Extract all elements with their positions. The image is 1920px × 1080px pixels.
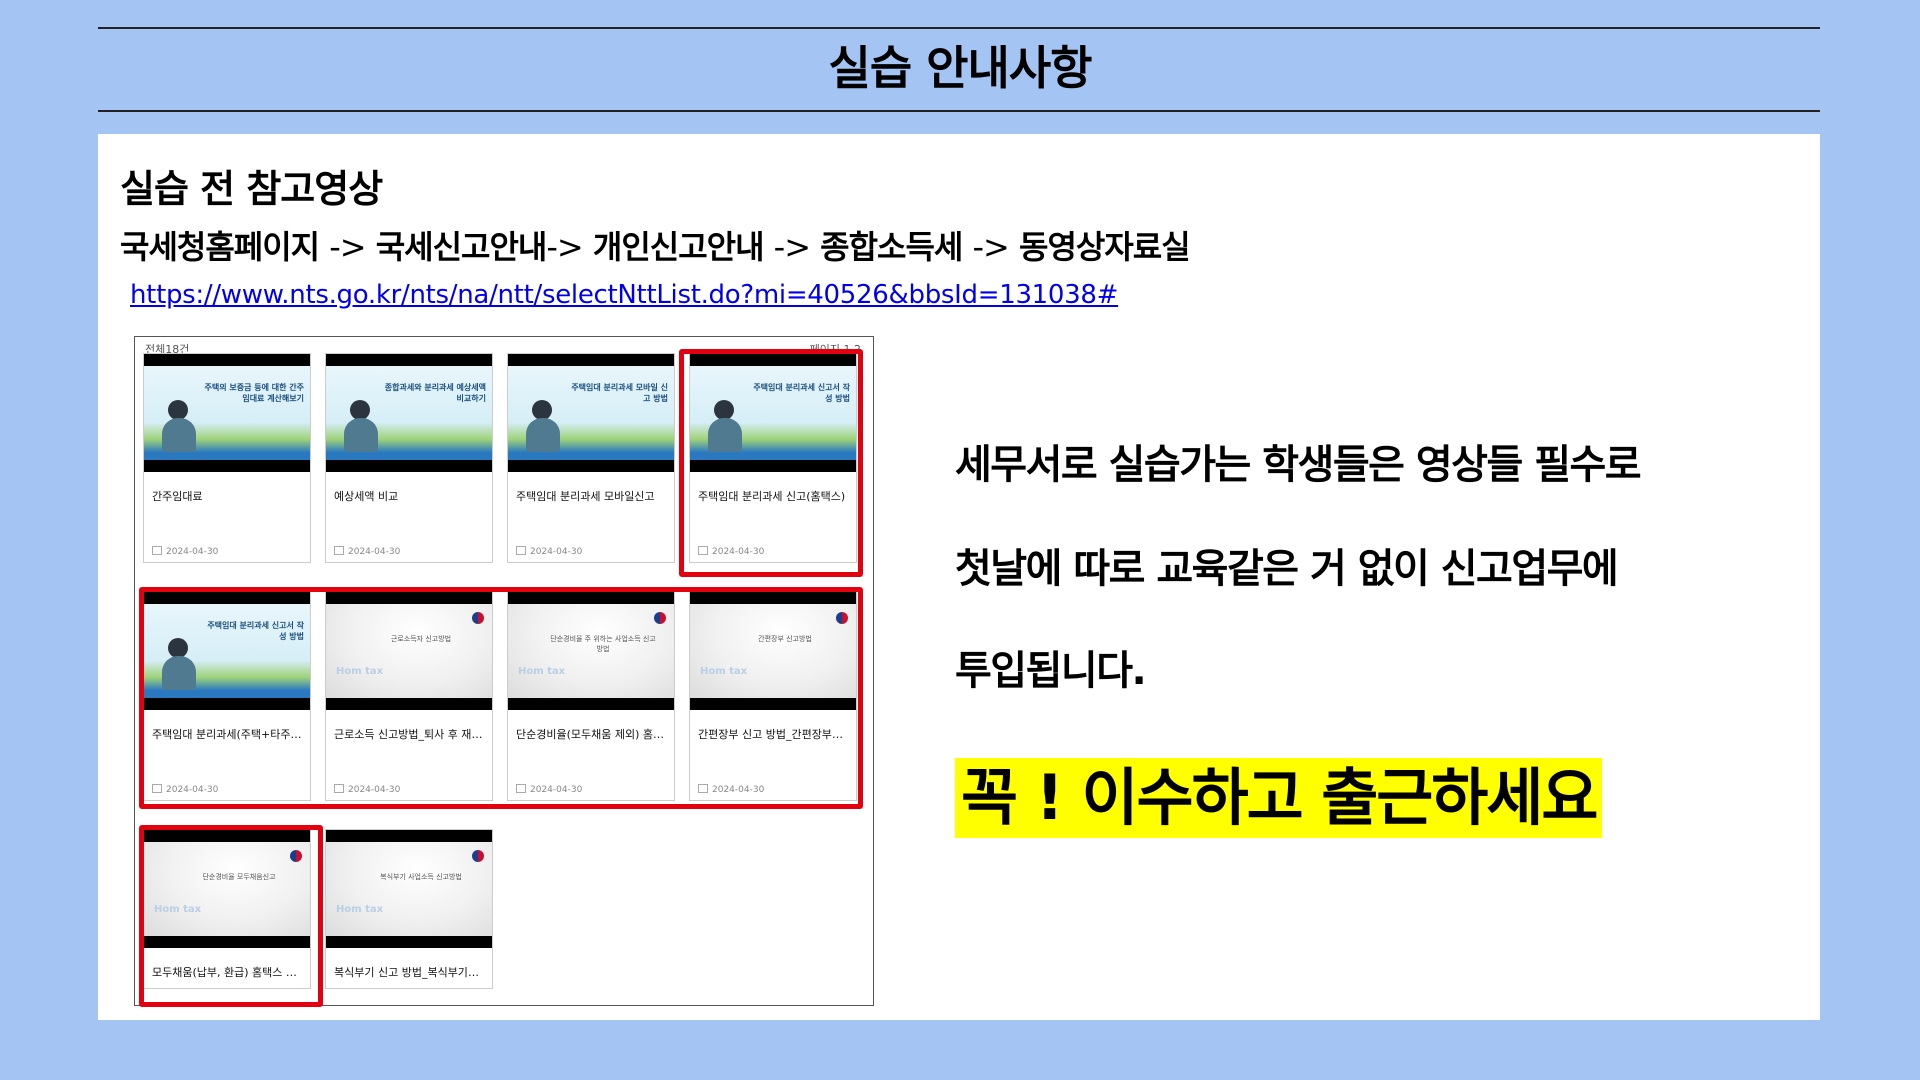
presenter-illustration — [350, 400, 370, 420]
path-separator: -> — [773, 228, 811, 266]
highlight-box-row3 — [139, 825, 323, 1007]
highlighted-notice: 꼭 ! 이수하고 출근하세요 — [955, 758, 1603, 838]
video-card-date: 2024-04-30 — [334, 546, 400, 557]
thumbnail-title: 종합과세와 분리과세 예상세액 비교하기 — [384, 383, 486, 403]
video-card[interactable]: 주택의 보증금 등에 대한 간주임대료 계산해보기간주임대료 2024-04-30 — [143, 353, 311, 563]
video-card-date: 2024-04-30 — [152, 546, 218, 557]
thumbnail-title: 주택의 보증금 등에 대한 간주임대료 계산해보기 — [204, 383, 304, 403]
notice-line-1: 세무서로 실습가는 학생들은 영상들 필수로 — [955, 442, 1642, 488]
path-step-3: 개인신고안내 — [592, 228, 765, 266]
presenter-illustration — [532, 400, 552, 420]
video-thumbnail[interactable]: 종합과세와 분리과세 예상세액 비교하기 — [326, 354, 492, 472]
header-top-rule — [98, 27, 1820, 29]
video-thumbnail[interactable]: 주택의 보증금 등에 대한 간주임대료 계산해보기 — [144, 354, 310, 472]
presenter-illustration — [526, 418, 560, 452]
video-card[interactable]: 주택임대 분리과세 모바일 신고 방법주택임대 분리과세 모바일신고 2024-0… — [507, 353, 675, 563]
header-bottom-rule — [98, 110, 1820, 112]
path-step-5: 동영상자료실 — [1019, 228, 1191, 266]
video-card-title[interactable]: 예상세액 비교 — [334, 488, 486, 504]
path-step-2: 국세신고안내 — [375, 228, 548, 266]
highlight-box-row1 — [679, 349, 863, 577]
video-board-screenshot: 전체18건 페이지 1 2 주택의 보증금 등에 대한 간주임대료 계산해보기 간… — [134, 336, 874, 1007]
section-title: 실습 전 참고영상 — [120, 167, 383, 211]
notice-line-3: 투입됩니다. — [955, 648, 1147, 694]
video-card-date: 2024-04-30 — [516, 546, 582, 557]
highlight-box-row2 — [139, 587, 863, 809]
video-card[interactable]: 복식부기 사업소득 신고방법 Hom tax 복식부기 신고 방법_복식부기의... — [325, 829, 493, 989]
content-panel: 실습 전 참고영상 국세청홈페이지 -> 국세신고안내-> 개인신고안내 -> … — [98, 134, 1820, 1020]
path-step-1: 국세청홈페이지 — [120, 228, 320, 266]
video-thumbnail[interactable]: 주택임대 분리과세 모바일 신고 방법 — [508, 354, 674, 472]
path-separator: -> — [329, 228, 366, 266]
video-card-title[interactable]: 주택임대 분리과세 모바일신고 — [516, 488, 668, 504]
video-card[interactable]: 종합과세와 분리과세 예상세액 비교하기예상세액 비교 2024-04-30 — [325, 353, 493, 563]
presenter-illustration — [162, 418, 196, 452]
presenter-illustration — [344, 418, 378, 452]
hometax-logo: Hom tax — [336, 904, 384, 915]
path-step-4: 종합소득세 — [820, 228, 963, 266]
presenter-illustration — [168, 400, 188, 420]
navigation-path: 국세청홈페이지 -> 국세신고안내-> 개인신고안내 -> 종합소득세 -> 동… — [120, 222, 1191, 268]
video-card-title[interactable]: 간주임대료 — [152, 488, 304, 504]
notice-line-2: 첫날에 따로 교육같은 거 없이 신고업무에 — [955, 546, 1619, 592]
path-separator: -> — [972, 228, 1010, 266]
thumbnail-title: 복식부기 사업소득 신고방법 — [380, 873, 462, 881]
video-library-link[interactable]: https://www.nts.go.kr/nts/na/ntt/selectN… — [130, 280, 1118, 310]
video-card-title[interactable]: 복식부기 신고 방법_복식부기의... — [334, 964, 486, 980]
thumbnail-title: 주택임대 분리과세 모바일 신고 방법 — [571, 383, 668, 403]
government-emblem-icon — [472, 850, 484, 862]
path-separator: -> — [546, 228, 583, 266]
video-thumbnail[interactable]: 복식부기 사업소득 신고방법 Hom tax — [326, 830, 492, 948]
page-title: 실습 안내사항 — [828, 41, 1093, 95]
